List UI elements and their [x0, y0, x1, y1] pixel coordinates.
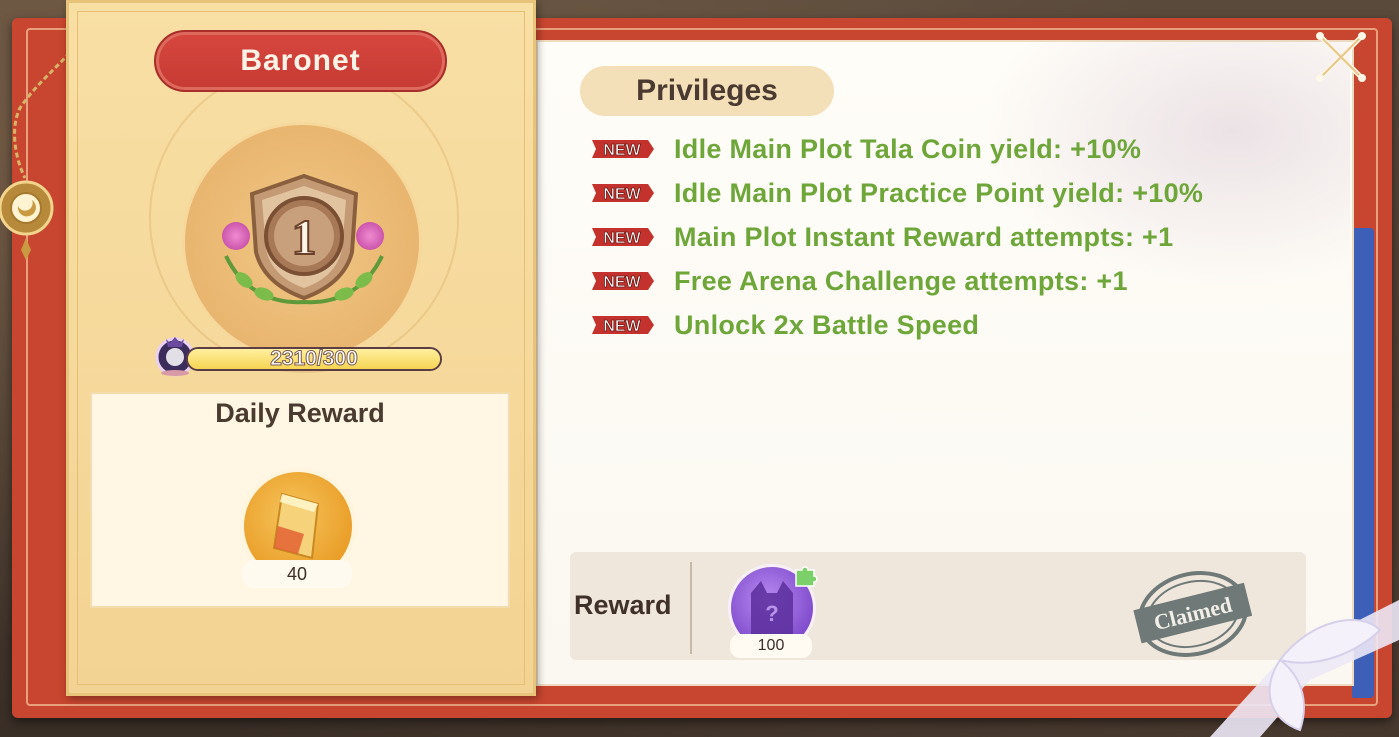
- privileges-title: Privileges: [580, 66, 834, 116]
- svg-text:?: ?: [765, 601, 778, 626]
- privilege-text: Idle Main Plot Tala Coin yield: +10%: [674, 133, 1142, 164]
- privilege-text: Idle Main Plot Practice Point yield: +10…: [674, 177, 1204, 208]
- level-reward-count: 100: [730, 634, 812, 658]
- new-badge-text: NEW: [603, 318, 641, 335]
- privilege-text: Free Arena Challenge attempts: +1: [674, 265, 1128, 296]
- new-badge-text: NEW: [603, 142, 641, 159]
- flower-left-icon: [222, 222, 250, 250]
- claimed-stamp: Claimed: [1133, 571, 1253, 657]
- privilege-text: Unlock 2x Battle Speed: [674, 309, 980, 340]
- new-badge-icon: NEW: [592, 316, 654, 335]
- rank-title-banner: Baronet: [154, 30, 447, 92]
- privilege-text: Main Plot Instant Reward attempts: +1: [674, 221, 1174, 252]
- privileges-list: NEW Idle Main Plot Tala Coin yield: +10% N…: [590, 127, 1203, 347]
- puzzle-piece-icon: [795, 566, 818, 587]
- privilege-row: NEW Idle Main Plot Practice Point yield: …: [590, 171, 1203, 215]
- daily-reward-title: Daily Reward: [215, 398, 385, 428]
- new-badge-icon: NEW: [592, 228, 654, 247]
- rank-progress-bar: 2310/300: [186, 347, 442, 371]
- reward-label: Reward: [574, 590, 672, 620]
- privilege-row: NEW Free Arena Challenge attempts: +1: [590, 259, 1203, 303]
- new-badge-text: NEW: [603, 230, 641, 247]
- laurel-leaves-icon: [224, 255, 384, 305]
- close-icon[interactable]: [1312, 28, 1370, 86]
- flower-right-icon: [356, 222, 384, 250]
- new-badge-text: NEW: [603, 274, 641, 291]
- privilege-row: NEW Idle Main Plot Tala Coin yield: +10%: [590, 127, 1203, 171]
- gold-ingot-icon: [272, 492, 320, 560]
- new-badge-text: NEW: [603, 186, 641, 203]
- daily-reward-count: 40: [242, 560, 352, 588]
- new-badge-icon: NEW: [592, 140, 654, 159]
- rank-progress-text: 2310/300: [270, 347, 359, 370]
- book-spine: [1352, 228, 1374, 698]
- privilege-row: NEW Main Plot Instant Reward attempts: +1: [590, 215, 1203, 259]
- new-badge-icon: NEW: [592, 272, 654, 291]
- new-badge-icon: NEW: [592, 184, 654, 203]
- reward-divider: [690, 562, 692, 654]
- privilege-row: NEW Unlock 2x Battle Speed: [590, 303, 1203, 347]
